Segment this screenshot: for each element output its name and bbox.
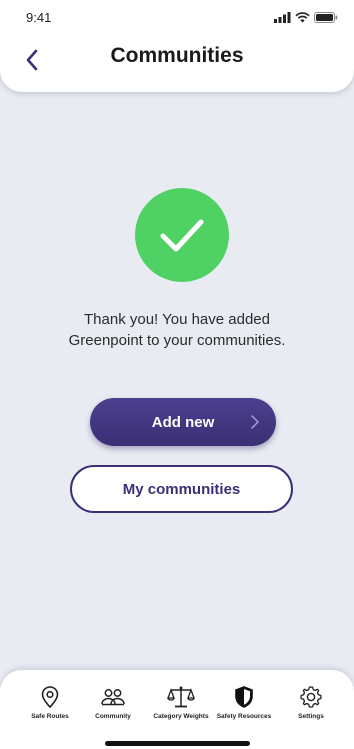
chevron-right-icon (251, 415, 259, 429)
my-communities-button[interactable]: My communities (70, 465, 293, 513)
confirmation-line-2: Greenpoint to your communities. (68, 332, 286, 349)
my-communities-label: My communities (122, 480, 241, 498)
success-checkmark-icon (135, 188, 229, 282)
tab-label-community: Community (95, 713, 131, 720)
confirmation-message: Thank you! You have added Greenpoint to … (30, 309, 324, 351)
header: 9:41 Communities (0, 0, 354, 92)
status-icons (274, 10, 338, 24)
map-pin-icon (41, 686, 59, 709)
gear-icon (300, 686, 322, 708)
bottom-tab-bar: Safe Routes Community Category Weights S… (0, 670, 354, 749)
tab-community[interactable]: Community (83, 684, 143, 736)
tab-label-settings: Settings (298, 713, 324, 720)
tab-safe-routes[interactable]: Safe Routes (20, 684, 80, 736)
status-bar: 9:41 (0, 0, 354, 34)
page-title: Communities (110, 44, 244, 67)
tab-label-safety-resources: Safety Resources (216, 713, 272, 720)
tab-label-safe-routes: Safe Routes (31, 713, 69, 720)
confirmation-line-1: Thank you! You have added (84, 311, 270, 328)
tab-settings[interactable]: Settings (281, 684, 341, 736)
battery-icon (314, 11, 338, 23)
status-time: 9:41 (26, 10, 52, 25)
tab-label-category-weights: Category Weights (153, 713, 209, 720)
add-new-label: Add new (151, 413, 215, 431)
wifi-icon (295, 11, 310, 22)
shield-icon (235, 686, 253, 708)
home-indicator[interactable] (105, 741, 250, 746)
people-icon (101, 689, 125, 706)
tab-safety-resources[interactable]: Safety Resources (214, 684, 274, 736)
scale-icon (167, 686, 195, 708)
tab-category-weights[interactable]: Category Weights (151, 684, 211, 736)
add-new-button[interactable]: Add new (90, 398, 276, 446)
checkmark-icon (160, 219, 204, 252)
signal-icon (274, 11, 291, 23)
